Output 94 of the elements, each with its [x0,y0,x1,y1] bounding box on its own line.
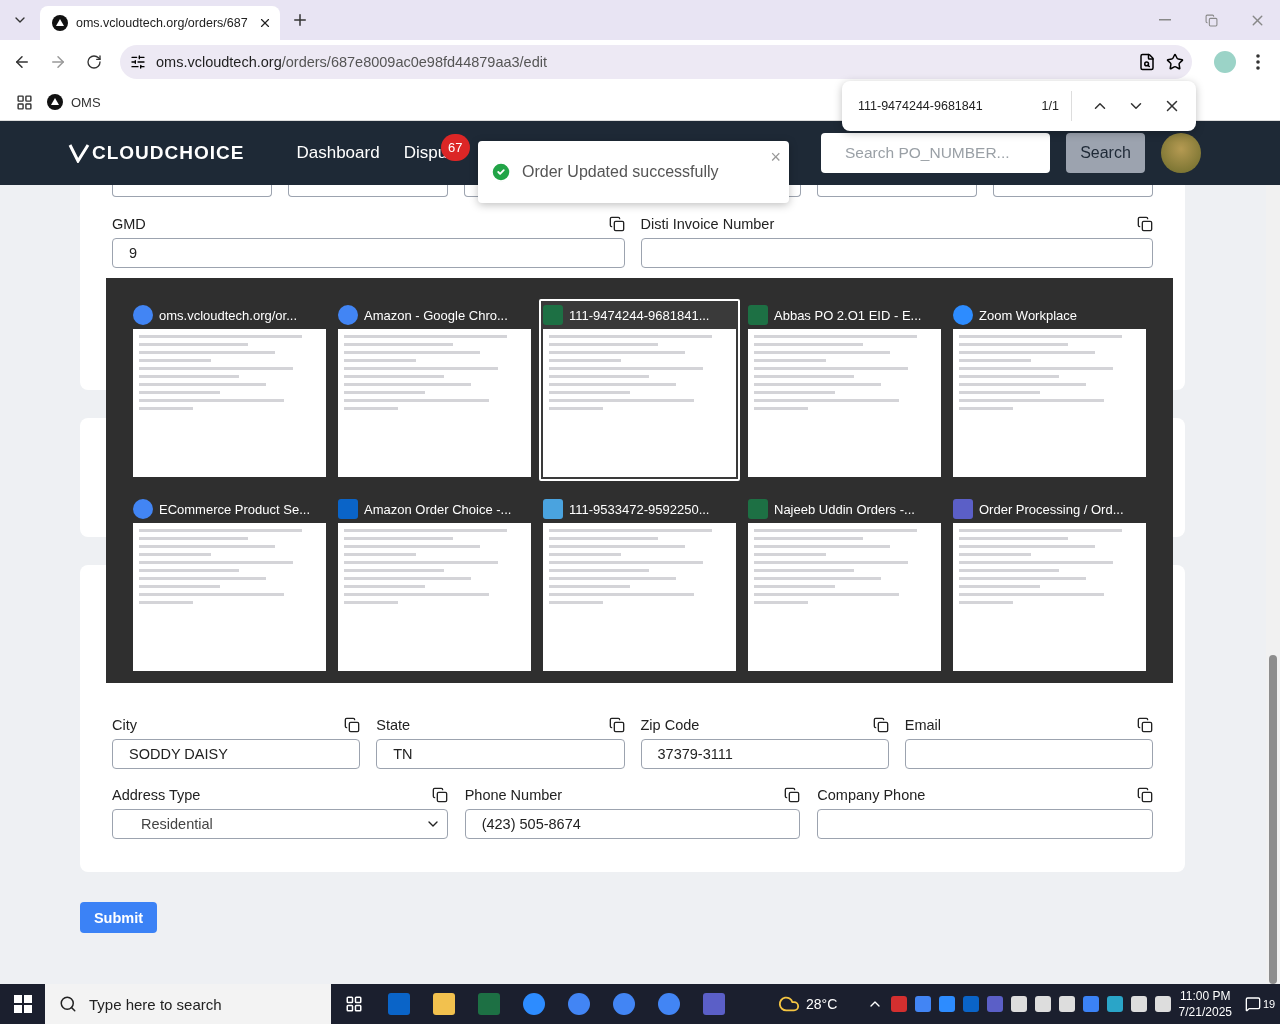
find-field[interactable]: 111-9474244-9681841 [858,99,1042,113]
search-button[interactable]: Search [1066,133,1145,173]
search-icon [59,995,77,1013]
window-title: oms.vcloudtech.org/or... [159,307,297,323]
task-view-icon [344,995,363,1013]
input-field[interactable] [112,185,273,197]
restore-icon [1204,13,1218,27]
logo-mark [68,143,90,163]
input-field[interactable] [288,185,449,197]
close-icon[interactable] [258,16,272,30]
nav-link[interactable]: Dashboard [296,143,380,163]
window-preview[interactable]: Abbas PO 2.O1 EID - E... [744,299,945,481]
notification-count: 19 [1262,998,1276,1010]
forward-arrow-icon [49,53,67,71]
input-field[interactable] [904,739,1153,769]
window-preview[interactable]: 111-9533472-9592250... [539,493,740,675]
site-icon [47,94,63,110]
input-field[interactable]: 9 [112,238,625,268]
window-title: ECommerce Product Se... [159,501,310,517]
copy-icon[interactable] [1137,216,1153,232]
site-icon [52,15,68,31]
apps-icon[interactable] [16,93,33,111]
field-label: Disti Invoice Number [640,216,775,232]
browser-tab[interactable]: oms.vcloudtech.org/orders/687 [40,6,280,40]
input-field[interactable] [816,185,977,197]
window-preview[interactable]: Amazon Order Choice -... [334,493,535,675]
reload-icon [86,54,102,70]
find-in-page-icon[interactable] [1138,53,1156,71]
field-label: City [112,717,137,733]
input-field[interactable]: SODDY DAISY [112,739,361,769]
success-icon [490,161,512,183]
window-preview[interactable]: oms.vcloudtech.org/or... [129,299,330,481]
clock[interactable]: 11:00 PM 7/21/2025 [1178,988,1232,1020]
minimize-icon [1159,19,1171,21]
input-field[interactable]: 37379-3111 [640,739,889,769]
field-label: GMD [112,216,146,232]
address-bar[interactable]: oms.vcloudtech.org/orders/687e8009ac0e98fd44879aa3/edit [120,45,1192,79]
temperature-text: 28°C [806,996,838,1012]
input-field[interactable] [817,809,1153,839]
plus-icon [291,11,309,29]
window-title: Zoom Workplace [979,307,1077,323]
window-title: 111-9474244-9681841... [569,307,710,323]
window-title: Amazon - Google Chro... [364,307,508,323]
taskbar-search-field[interactable]: Type here to search [45,984,331,1024]
copy-icon[interactable] [608,216,625,232]
window-preview[interactable]: Zoom Workplace [949,299,1150,481]
tray-icon[interactable] [1130,996,1147,1012]
window-preview[interactable]: 111-9474244-9681841... [539,299,740,481]
notification-icon[interactable] [1244,996,1261,1012]
tray-icon[interactable] [1106,996,1123,1012]
search-field[interactable]: Search PO_NUMBER... [821,133,1050,173]
field-label: State [376,717,411,733]
copy-icon[interactable] [431,787,448,803]
input-field[interactable] [640,238,1153,268]
tray-icon[interactable] [938,996,955,1012]
toast-message: Order Updated successfully [522,163,719,181]
window-preview[interactable]: Order Processing / Ord... [949,493,1150,675]
submit-button[interactable]: Submit [80,902,157,933]
avatar-image [1161,133,1201,173]
copy-icon[interactable] [1137,787,1153,803]
tray-icon[interactable] [1058,996,1075,1012]
window-preview[interactable]: ECommerce Product Se... [129,493,330,675]
site-settings-icon[interactable] [130,54,146,70]
window-preview[interactable]: Amazon - Google Chro... [334,299,535,481]
bookmark-star-icon[interactable] [1166,53,1184,71]
field-label: Company Phone [817,787,926,803]
bookmark-link[interactable]: OMS [47,94,101,110]
window-title: Amazon Order Choice -... [364,501,512,517]
copy-icon[interactable] [872,717,889,733]
input-field[interactable] [992,185,1153,197]
tray-icon[interactable] [1010,996,1027,1012]
input-field[interactable]: (423) 505-8674 [464,809,801,839]
windows-logo-icon [13,995,32,1013]
window-title: Abbas PO 2.O1 EID - E... [774,307,922,323]
field-label: Zip Code [640,717,700,733]
window-title: Order Processing / Ord... [979,501,1124,517]
tray-icon[interactable] [1034,996,1051,1012]
tray-icon[interactable] [1154,996,1171,1012]
window-title: 111-9533472-9592250... [569,501,710,517]
input-field[interactable]: TN [376,739,625,769]
copy-icon[interactable] [608,717,625,733]
window-preview[interactable]: Najeeb Uddin Orders -... [744,493,945,675]
field-label: Phone Number [464,787,563,803]
address-type-select[interactable]: Residential [112,809,448,839]
match-count: 1/1 [1041,91,1072,121]
url-text: oms.vcloudtech.org/orders/687e8009ac0e98fd44879aa3/edit [156,54,548,70]
window-title: Najeeb Uddin Orders -... [774,501,915,517]
logo-text: CLOUDCHOICE [92,142,245,164]
field-label: Address Type [112,787,201,803]
field-label: Email [904,717,941,733]
copy-icon[interactable] [784,787,801,803]
copy-icon[interactable] [344,717,361,733]
menu-icon [1256,54,1260,70]
copy-icon[interactable] [1137,717,1153,733]
